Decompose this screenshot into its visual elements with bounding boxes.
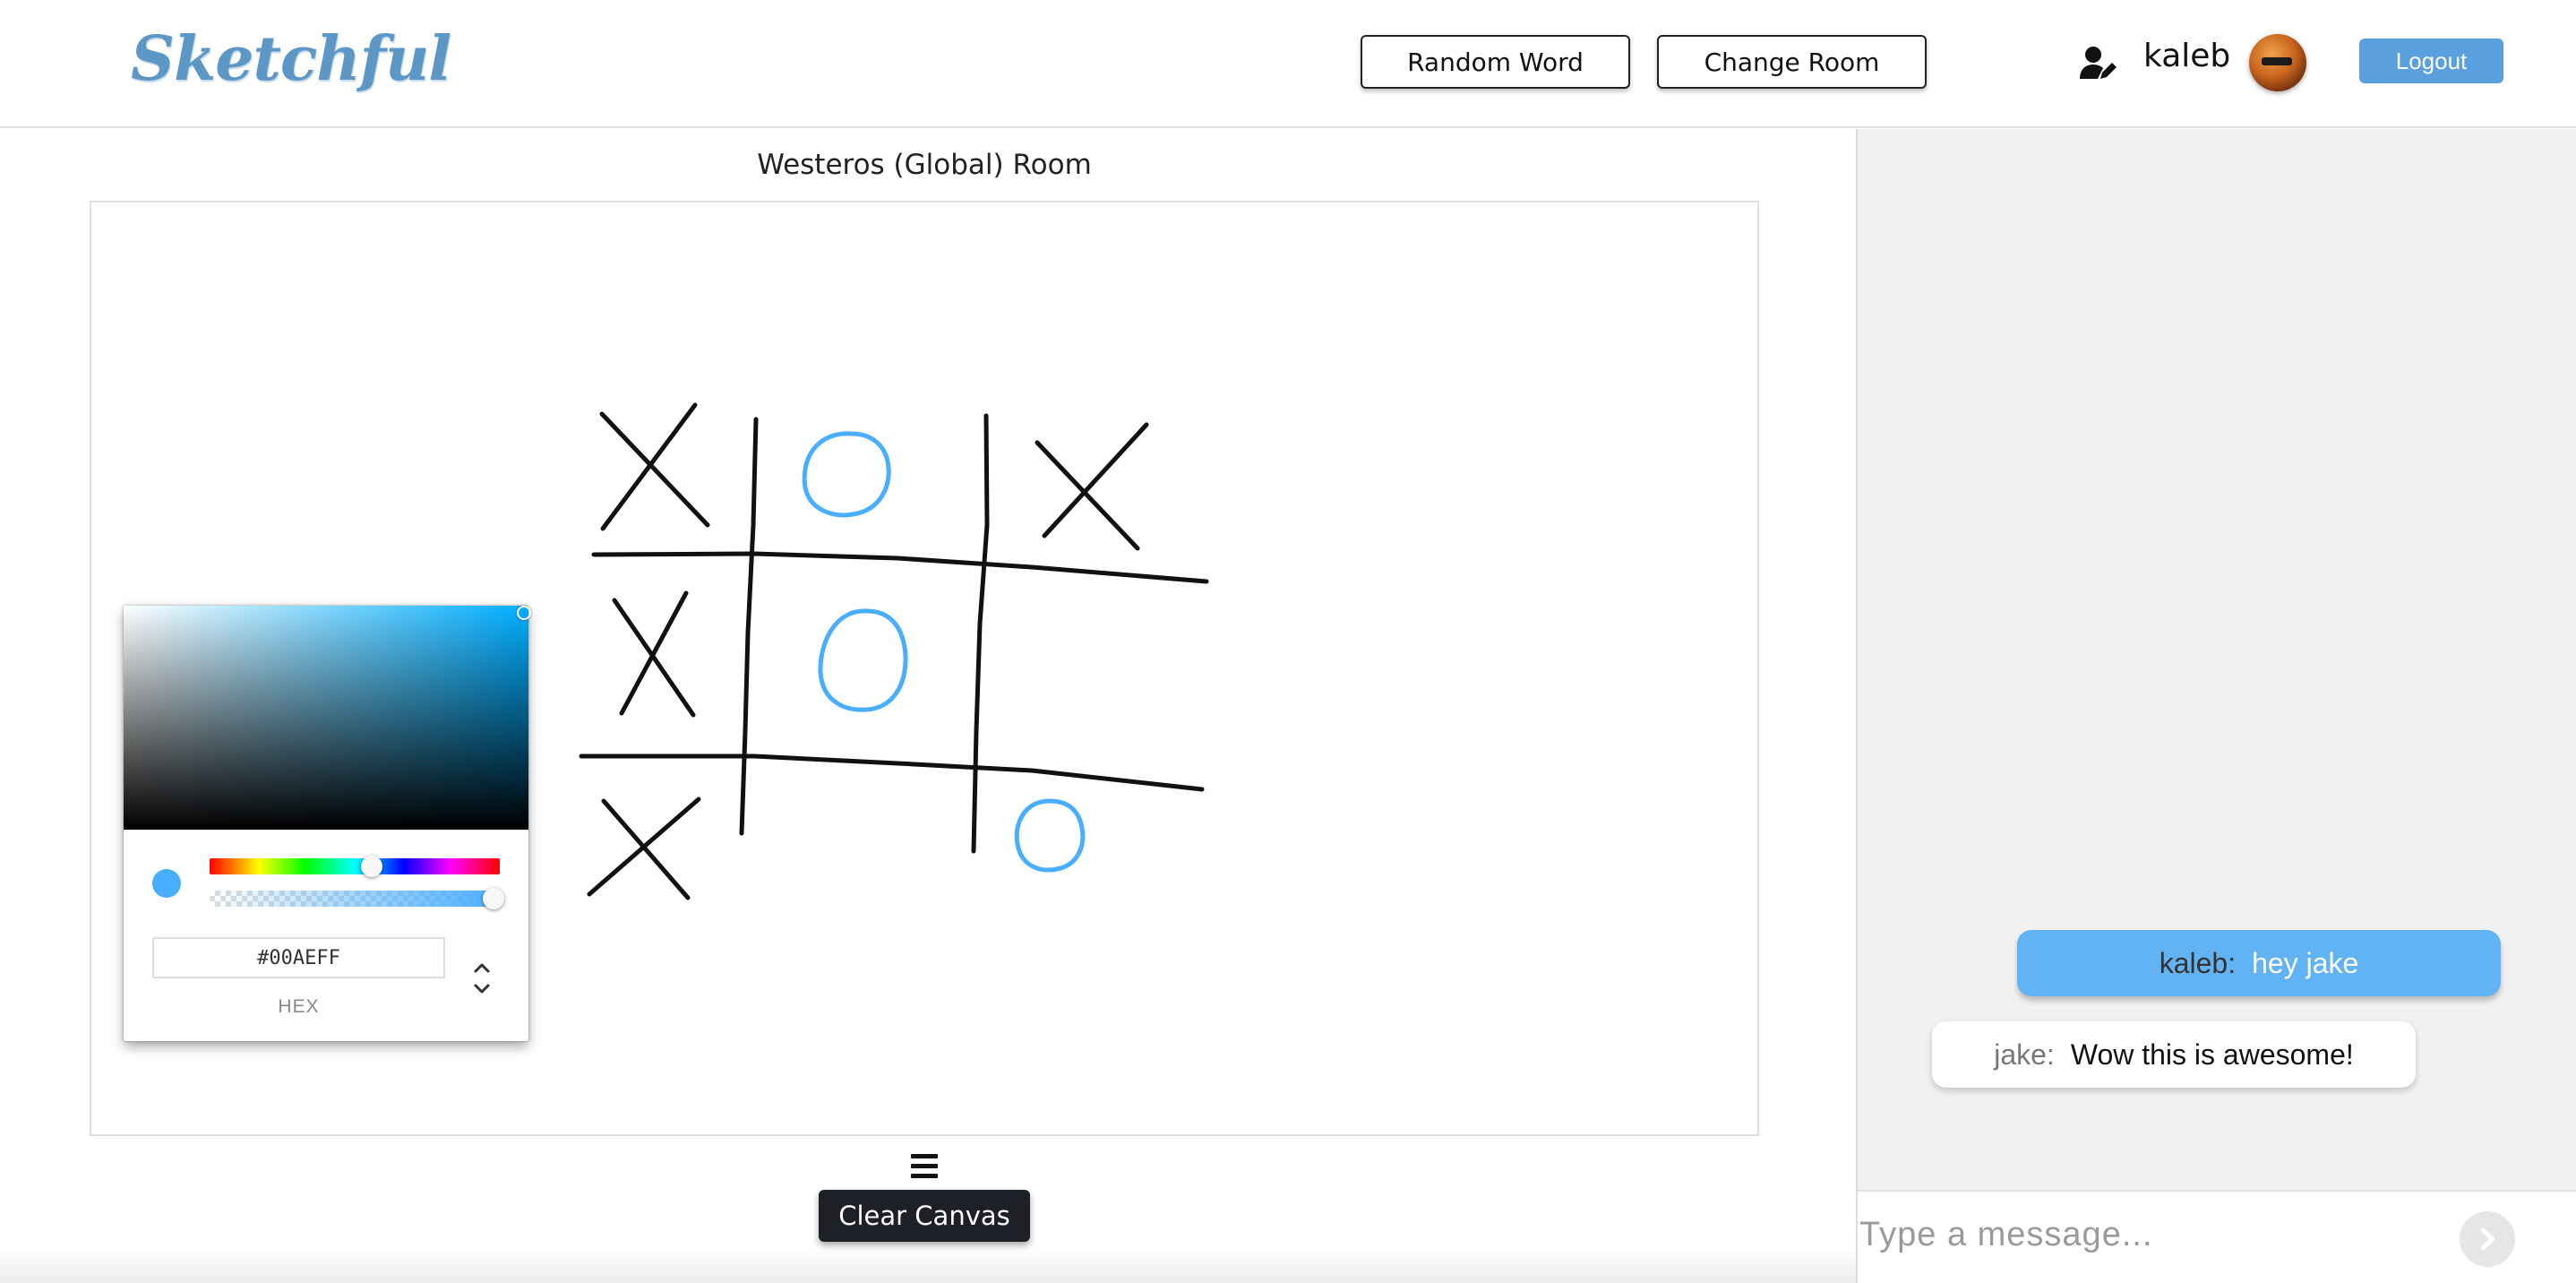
alpha-slider[interactable] [210, 891, 500, 907]
message-composer [1858, 1190, 2576, 1283]
format-toggle-icon[interactable] [469, 959, 494, 1000]
message-text: Wow this is awesome! [2070, 1038, 2354, 1071]
current-color-swatch[interactable] [152, 869, 181, 898]
hue-slider-knob[interactable] [361, 856, 382, 877]
message-author: jake: [1994, 1038, 2055, 1071]
chat-message-own: kaleb: hey jake [2017, 930, 2501, 996]
current-username: kaleb [2143, 38, 2231, 74]
room-title: Westeros (Global) Room [757, 149, 1092, 181]
chat-message-other: jake: Wow this is awesome! [1932, 1021, 2416, 1088]
random-word-button[interactable]: Random Word [1361, 35, 1630, 89]
o-mark-top-middle [802, 431, 891, 518]
x-mark-bottom-left [587, 796, 701, 900]
message-author: kaleb: [2159, 946, 2237, 979]
grid-line-vertical-1 [739, 417, 759, 836]
x-mark-mid-left [612, 590, 696, 718]
clear-canvas-button[interactable]: Clear Canvas [819, 1190, 1030, 1242]
bottom-shade [0, 1247, 1856, 1283]
app-logo[interactable]: Sketchful [131, 23, 451, 95]
hue-slider[interactable] [210, 858, 500, 874]
saturation-handle[interactable] [517, 606, 531, 620]
logout-button[interactable]: Logout [2359, 39, 2503, 83]
change-room-button[interactable]: Change Room [1657, 35, 1927, 89]
saturation-area[interactable] [124, 606, 528, 830]
app-header: Sketchful Random Word Change Room kaleb … [0, 0, 2576, 128]
chat-panel: kaleb: hey jake jake: Wow this is awesom… [1856, 129, 2576, 1283]
grid-line-horizontal-1 [591, 551, 1209, 584]
message-text: hey jake [2252, 946, 2359, 979]
avatar[interactable] [2249, 34, 2306, 91]
o-mark-center [818, 608, 908, 712]
user-edit-icon[interactable] [2078, 43, 2117, 82]
x-mark-top-right [1035, 422, 1149, 551]
x-mark-top-left [599, 402, 710, 531]
chevron-right-icon [2480, 1227, 2495, 1251]
send-button[interactable] [2460, 1211, 2515, 1267]
hex-label: HEX [278, 996, 320, 1017]
hamburger-menu-icon[interactable] [911, 1154, 938, 1179]
message-input[interactable] [1859, 1206, 2469, 1263]
o-mark-bottom-right [1014, 798, 1086, 873]
hex-input[interactable] [152, 937, 445, 978]
grid-line-horizontal-2 [579, 753, 1205, 792]
alpha-slider-knob[interactable] [483, 888, 504, 909]
color-picker: HEX [124, 606, 531, 1041]
grid-line-vertical-2 [971, 413, 990, 854]
